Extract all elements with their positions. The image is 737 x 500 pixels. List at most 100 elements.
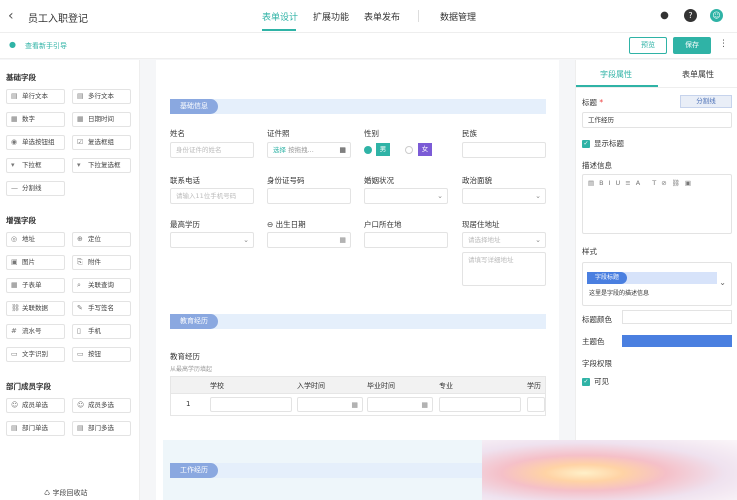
tab-form-props[interactable]: 表单属性	[682, 69, 714, 80]
gender-radio-female[interactable]	[405, 146, 413, 154]
field-dropdown[interactable]: ▾ 下拉框	[6, 158, 65, 173]
desc-editor[interactable]: ▤BIU≡A T⊘⛓▣	[582, 174, 732, 234]
phone-input[interactable]: 请输入11位手机号码	[170, 188, 254, 204]
tab-field-props[interactable]: 字段属性	[600, 69, 632, 80]
field-number[interactable]: ▦ 数字	[6, 112, 65, 127]
bell-icon[interactable]: ●	[658, 9, 671, 22]
link-icon: ⛓	[11, 304, 20, 312]
field-button[interactable]: ▭ 按钮	[72, 347, 131, 362]
avatar[interactable]: ☺	[710, 9, 723, 22]
title-color-picker[interactable]	[622, 310, 732, 324]
address-select[interactable]: 请选择地址 ⌄	[462, 232, 546, 248]
theme-color-label: 主题色	[582, 337, 605, 346]
calendar-icon: ▦	[351, 401, 358, 409]
dropdown-multi-icon: ▾	[77, 161, 81, 169]
text-icon: ▤	[11, 92, 18, 100]
phone-icon: ▯	[77, 327, 81, 335]
field-dept-single[interactable]: ▤ 部门单选	[6, 421, 65, 436]
field-phone[interactable]: ▯ 手机	[72, 324, 131, 339]
app-title: 员工入职登记	[28, 14, 88, 25]
field-multi-line[interactable]: ▤ 多行文本	[72, 89, 131, 104]
edu-table-header: 学校 入学时间 毕业时间 专业 学历	[170, 376, 546, 394]
field-attachment[interactable]: ⎘ 附件	[72, 255, 131, 270]
nation-input[interactable]	[462, 142, 546, 158]
show-title-checkbox[interactable]: ✓ 显示标题	[582, 138, 624, 149]
style-selector[interactable]: 字段标题 这里是字段的描述信息 ⌄	[582, 262, 732, 306]
idtype-input[interactable]: 选择 按拖拽... ▦	[267, 142, 351, 158]
idtype-label: 证件照	[267, 129, 290, 138]
tab-extensions[interactable]: 扩展功能	[313, 10, 349, 23]
enroll-date-input[interactable]: ▦	[297, 397, 363, 412]
dept-icon: ▤	[11, 424, 18, 432]
field-dept-multi[interactable]: ▤ 部门多选	[72, 421, 131, 436]
idno-input[interactable]	[267, 188, 351, 204]
qr-icon: ▦	[339, 146, 346, 154]
tab-form-design[interactable]: 表单设计	[262, 10, 298, 23]
sub-toolbar: ● 查看新手引导 预览 保存 ⋮	[0, 33, 737, 59]
address-detail-input[interactable]: 请填写详细地址	[462, 252, 546, 286]
divider-type-button[interactable]: 分割线	[680, 95, 732, 108]
checkbox-icon: ☑	[77, 138, 84, 146]
theme-color-swatch[interactable]	[622, 335, 732, 347]
calendar-icon: ▦	[421, 401, 428, 409]
field-subform[interactable]: ▦ 子表单	[6, 278, 65, 293]
degree-input[interactable]	[527, 397, 545, 412]
field-member-multi[interactable]: ☺ 成员多选	[72, 398, 131, 413]
check-icon: ✓	[582, 378, 590, 386]
locate-icon: ⊕	[77, 235, 83, 243]
col-major: 专业	[439, 382, 453, 390]
school-input[interactable]	[210, 397, 292, 412]
field-radio-group[interactable]: ◉ 单选按钮组	[6, 135, 65, 150]
birthday-input[interactable]: ▦	[267, 232, 351, 248]
field-serial-number[interactable]: # 流水号	[6, 324, 65, 339]
number-icon: ▦	[11, 115, 18, 123]
gender-label: 性别	[364, 129, 379, 138]
style-preview-tag: 字段标题	[587, 272, 628, 284]
field-location[interactable]: ⊕ 定位	[72, 232, 131, 247]
gender-tag-female: 女	[418, 143, 432, 156]
recycle-bin-link[interactable]: ♺ 字段回收站	[44, 488, 88, 498]
dropdown-icon: ▾	[11, 161, 15, 169]
idno-label: 身份证号码	[267, 176, 305, 185]
share-icon[interactable]: ⋮	[719, 39, 728, 49]
politics-select[interactable]: ⌄	[462, 188, 546, 204]
field-ocr[interactable]: ▭ 文字识别	[6, 347, 65, 362]
group-title-enhanced: 增强字段	[6, 216, 36, 225]
title-input[interactable]: 工作经历	[582, 112, 732, 128]
tab-publish[interactable]: 表单发布	[364, 10, 400, 23]
tab-data-management[interactable]: 数据管理	[440, 10, 476, 23]
save-button[interactable]: 保存	[673, 37, 711, 54]
field-member-single[interactable]: ☺ 成员单选	[6, 398, 65, 413]
hukou-input[interactable]	[364, 232, 448, 248]
field-linked-query[interactable]: ⌕ 关联查询	[72, 278, 131, 293]
field-divider[interactable]: — 分割线	[6, 181, 65, 196]
name-input[interactable]: 身份证件的姓名	[170, 142, 254, 158]
field-signature[interactable]: ✎ 手写签名	[72, 301, 131, 316]
help-icon[interactable]: ?	[684, 9, 697, 22]
attachment-icon: ⎘	[77, 258, 83, 266]
preview-button[interactable]: 预览	[629, 37, 667, 54]
field-linked-data[interactable]: ⛓ 关联数据	[6, 301, 65, 316]
major-input[interactable]	[439, 397, 521, 412]
field-dropdown-multi[interactable]: ▾ 下拉复选框	[72, 158, 131, 173]
pin-icon: ●	[9, 40, 16, 49]
editor-toolbar-icon[interactable]: ▤BIU≡A T⊘⛓▣	[588, 179, 696, 187]
field-single-line[interactable]: ▤ 单行文本	[6, 89, 65, 104]
address-label: 现居住地址	[462, 220, 500, 229]
field-datetime[interactable]: ▦ 日期时间	[72, 112, 131, 127]
edu-label: 最高学历	[170, 220, 200, 229]
field-image[interactable]: ▣ 图片	[6, 255, 65, 270]
guide-link[interactable]: 查看新手引导	[25, 41, 67, 51]
field-checkbox-group[interactable]: ☑ 复选框组	[72, 135, 131, 150]
edu-select[interactable]: ⌄	[170, 232, 254, 248]
marriage-select[interactable]: ⌄	[364, 188, 448, 204]
section-education[interactable]: 教育经历	[170, 314, 546, 329]
field-address[interactable]: ◎ 地址	[6, 232, 65, 247]
name-label: 姓名	[170, 129, 185, 138]
gender-radio-male[interactable]	[364, 146, 372, 154]
section-basic-info[interactable]: 基础信息	[170, 99, 546, 114]
back-arrow-icon[interactable]: ‹	[8, 8, 14, 24]
users-icon: ☺	[77, 401, 85, 409]
graduate-date-input[interactable]: ▦	[367, 397, 433, 412]
visible-checkbox[interactable]: ✓ 可见	[582, 376, 609, 387]
